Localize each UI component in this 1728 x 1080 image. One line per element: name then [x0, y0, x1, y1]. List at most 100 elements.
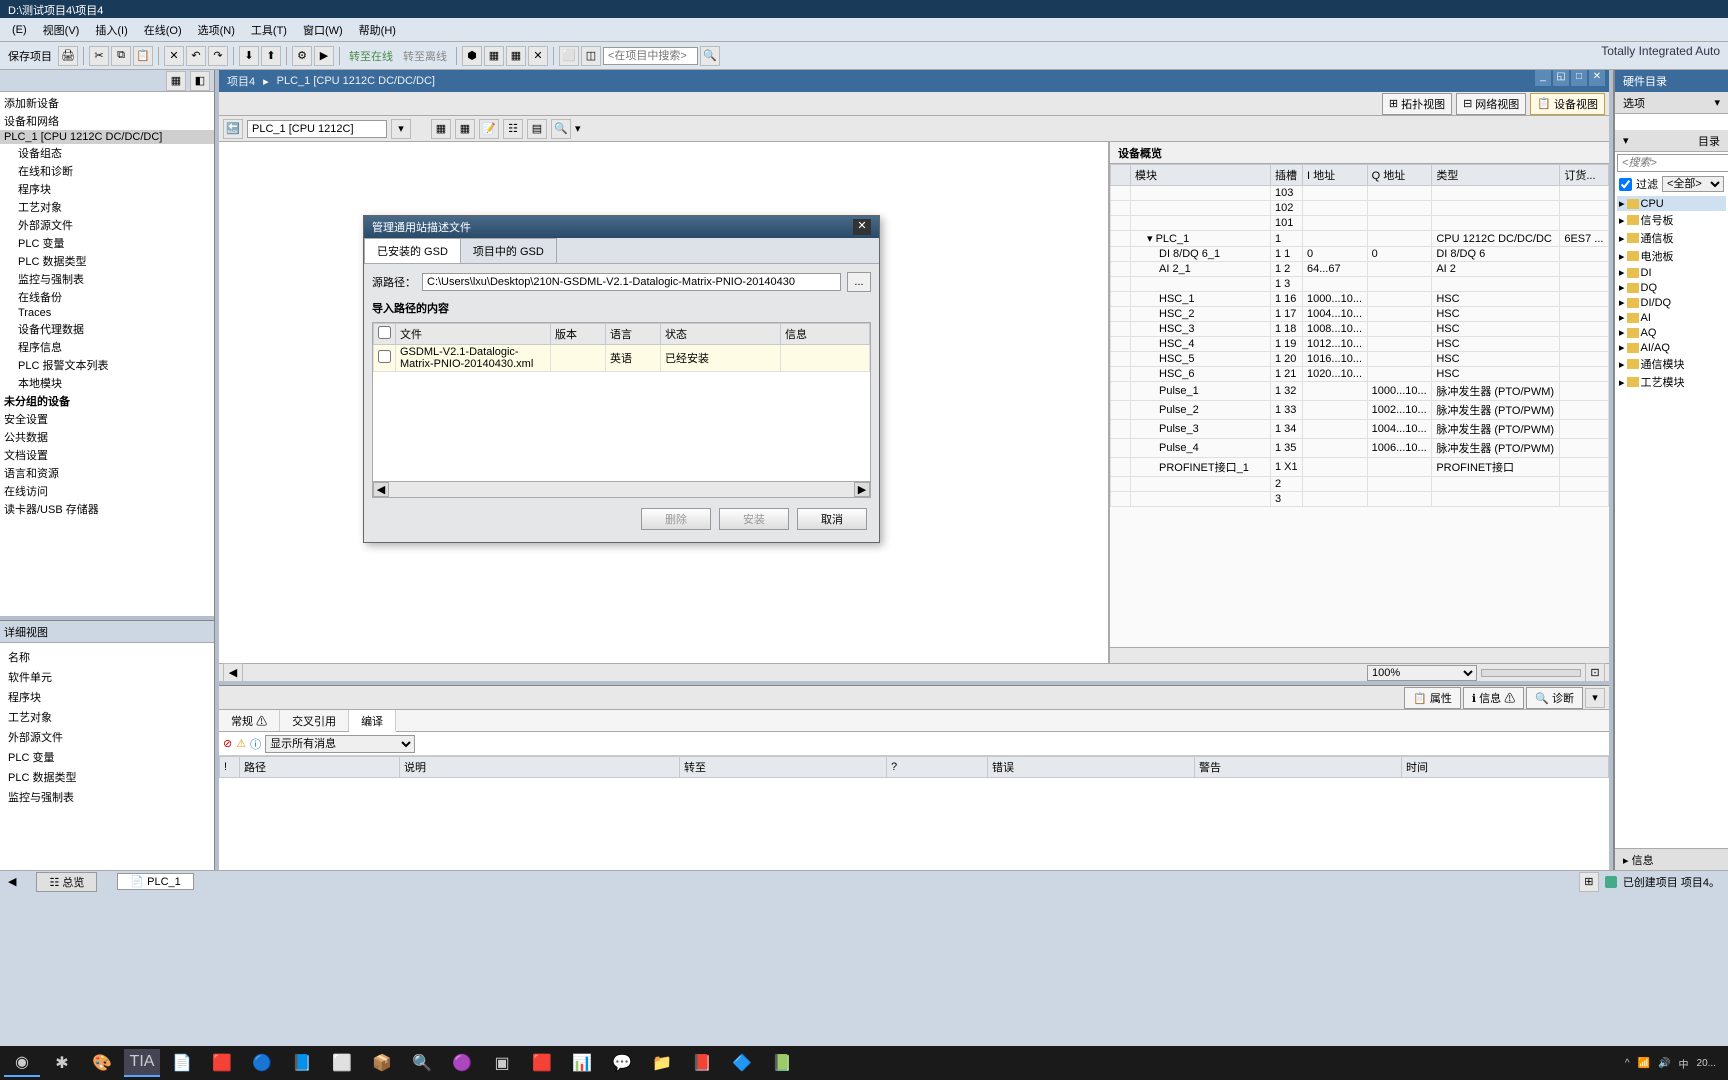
- minimize-icon[interactable]: _: [1535, 70, 1551, 86]
- detail-item[interactable]: 监控与强制表: [4, 787, 210, 807]
- browse-button[interactable]: ...: [847, 272, 871, 292]
- split-icon[interactable]: ⬜: [559, 46, 579, 66]
- menu-options[interactable]: 选项(N): [190, 20, 243, 40]
- status-icon[interactable]: ⊞: [1579, 872, 1599, 892]
- gsd-file-table[interactable]: 文件 版本 语言 状态 信息 GSDML-V2.1-Datalogic-Matr…: [372, 322, 871, 482]
- catalog-search-input[interactable]: [1617, 154, 1728, 172]
- scroll-left-icon[interactable]: ◀: [223, 663, 243, 683]
- menu-online[interactable]: 在线(O): [136, 20, 190, 40]
- device-row[interactable]: Pulse_11 321000...10...脉冲发生器 (PTO/PWM): [1111, 382, 1609, 401]
- tia-portal-icon[interactable]: TIA: [124, 1049, 160, 1077]
- catalog-item[interactable]: ▸ AI: [1617, 310, 1726, 325]
- tree-item[interactable]: 程序块: [0, 180, 214, 198]
- project-search-input[interactable]: [603, 47, 698, 65]
- message-filter-select[interactable]: 显示所有消息: [265, 735, 415, 753]
- device-row[interactable]: Pulse_31 341004...10...脉冲发生器 (PTO/PWM): [1111, 420, 1609, 439]
- dialog-scrollbar[interactable]: ◀▶: [372, 482, 871, 498]
- tool-icon-2[interactable]: ▦: [484, 46, 504, 66]
- app-icon-1[interactable]: ✱: [44, 1049, 80, 1077]
- tool-icon-3[interactable]: ▦: [506, 46, 526, 66]
- app-icon-11[interactable]: 🔷: [724, 1049, 760, 1077]
- close-tool-icon[interactable]: ✕: [528, 46, 548, 66]
- tool-icon-1[interactable]: ⬢: [462, 46, 482, 66]
- breadcrumb-1[interactable]: 项目4: [227, 73, 255, 89]
- h-scrollbar[interactable]: [1110, 647, 1609, 663]
- catalog-tree[interactable]: ▸ CPU▸ 信号板▸ 通信板▸ 电池板▸ DI▸ DQ▸ DI/DQ▸ AI▸…: [1615, 194, 1728, 848]
- device-tool-1-icon[interactable]: ▦: [431, 119, 451, 139]
- filter-select[interactable]: <全部>: [1662, 176, 1724, 192]
- breadcrumb-2[interactable]: PLC_1 [CPU 1212C DC/DC/DC]: [277, 75, 435, 87]
- sound-icon[interactable]: 🔊: [1658, 1058, 1670, 1069]
- device-tool-3-icon[interactable]: 📝: [479, 119, 499, 139]
- project-gsd-tab[interactable]: 项目中的 GSD: [460, 238, 557, 263]
- tree-item[interactable]: 在线备份: [0, 288, 214, 306]
- detail-item[interactable]: 名称: [4, 647, 210, 667]
- device-nav-icon[interactable]: 🔙: [223, 119, 243, 139]
- tree-tool-icon[interactable]: ▦: [166, 71, 186, 91]
- source-path-input[interactable]: [422, 273, 841, 291]
- system-tray[interactable]: ^ 📶 🔊 中 20...: [1617, 1056, 1724, 1071]
- catalog-section[interactable]: ▾ 目录: [1615, 130, 1728, 152]
- app-icon-2[interactable]: 🎨: [84, 1049, 120, 1077]
- device-row[interactable]: 101: [1111, 216, 1609, 231]
- tree-item[interactable]: 读卡器/USB 存储器: [0, 500, 214, 518]
- panel-collapse-icon[interactable]: ▾: [1585, 688, 1605, 708]
- diagnostics-tab[interactable]: 🔍 诊断: [1526, 687, 1583, 709]
- tree-item[interactable]: 监控与强制表: [0, 270, 214, 288]
- catalog-item[interactable]: ▸ 工艺模块: [1617, 373, 1726, 391]
- maximize-icon[interactable]: □: [1571, 70, 1587, 86]
- info-tab[interactable]: ℹ 信息 ⚠: [1463, 687, 1524, 709]
- catalog-item[interactable]: ▸ 电池板: [1617, 247, 1726, 265]
- device-row[interactable]: HSC_61 211020...10...HSC: [1111, 367, 1609, 382]
- dialog-close-icon[interactable]: ✕: [853, 219, 871, 235]
- device-tool-2-icon[interactable]: ▦: [455, 119, 475, 139]
- tree-item[interactable]: 文档设置: [0, 446, 214, 464]
- detail-item[interactable]: 软件单元: [4, 667, 210, 687]
- print-icon[interactable]: 🖨: [58, 46, 78, 66]
- app-icon-10[interactable]: 📊: [564, 1049, 600, 1077]
- tree-item[interactable]: PLC_1 [CPU 1212C DC/DC/DC]: [0, 130, 214, 144]
- detail-item[interactable]: 工艺对象: [4, 707, 210, 727]
- portal-view-icon[interactable]: ◀: [8, 875, 16, 888]
- zoom-slider[interactable]: [1481, 669, 1581, 677]
- network-view-button[interactable]: ⊟网络视图: [1456, 93, 1526, 115]
- app-icon-3[interactable]: 🟥: [204, 1049, 240, 1077]
- gsd-file-row[interactable]: GSDML-V2.1-Datalogic-Matrix-PNIO-2014043…: [374, 345, 870, 372]
- collapse-icon[interactable]: ▾: [1714, 96, 1720, 109]
- xref-subtab[interactable]: 交叉引用: [280, 710, 349, 731]
- cut-icon[interactable]: ✂: [89, 46, 109, 66]
- tree-item[interactable]: 语言和资源: [0, 464, 214, 482]
- menu-tools[interactable]: 工具(T): [243, 20, 295, 40]
- tree-item[interactable]: PLC 变量: [0, 234, 214, 252]
- device-overview-table[interactable]: 模块插槽I 地址Q 地址类型订货...103102101▾ PLC_11CPU …: [1110, 164, 1609, 647]
- app-icon-5[interactable]: 📘: [284, 1049, 320, 1077]
- dropdown-icon[interactable]: ▾: [391, 119, 411, 139]
- menu-insert[interactable]: 插入(I): [87, 20, 135, 40]
- tree-item[interactable]: 设备和网络: [0, 112, 214, 130]
- tree-collapse-icon[interactable]: ◧: [190, 71, 210, 91]
- device-row[interactable]: HSC_11 161000...10...HSC: [1111, 292, 1609, 307]
- app-icon-8[interactable]: 🟣: [444, 1049, 480, 1077]
- zoom-dropdown-icon[interactable]: ▾: [575, 122, 581, 135]
- notepad-icon[interactable]: 📄: [164, 1049, 200, 1077]
- redo-icon[interactable]: ↷: [208, 46, 228, 66]
- properties-tab[interactable]: 📋 属性: [1404, 687, 1461, 709]
- general-subtab[interactable]: 常规 ⚠: [219, 710, 280, 731]
- device-row[interactable]: 102: [1111, 201, 1609, 216]
- project-tree[interactable]: 添加新设备设备和网络PLC_1 [CPU 1212C DC/DC/DC]设备组态…: [0, 92, 214, 616]
- device-row[interactable]: Pulse_21 331002...10...脉冲发生器 (PTO/PWM): [1111, 401, 1609, 420]
- menu-view[interactable]: 视图(V): [35, 20, 88, 40]
- device-row[interactable]: HSC_31 181008...10...HSC: [1111, 322, 1609, 337]
- tree-item[interactable]: 本地模块: [0, 374, 214, 392]
- download-icon[interactable]: ⬇: [239, 46, 259, 66]
- app-icon-6[interactable]: ⬜: [324, 1049, 360, 1077]
- device-row[interactable]: 2: [1111, 477, 1609, 492]
- info-section[interactable]: ▸ 信息: [1615, 848, 1728, 870]
- device-view-button[interactable]: 📋设备视图: [1530, 93, 1605, 115]
- warning-icon[interactable]: ⚠: [236, 737, 246, 750]
- catalog-item[interactable]: ▸ DQ: [1617, 280, 1726, 295]
- zoom-icon[interactable]: 🔍: [551, 119, 571, 139]
- device-row[interactable]: PROFINET接口_11 X1PROFINET接口: [1111, 458, 1609, 477]
- catalog-item[interactable]: ▸ AQ: [1617, 325, 1726, 340]
- copy-icon[interactable]: ⧉: [111, 46, 131, 66]
